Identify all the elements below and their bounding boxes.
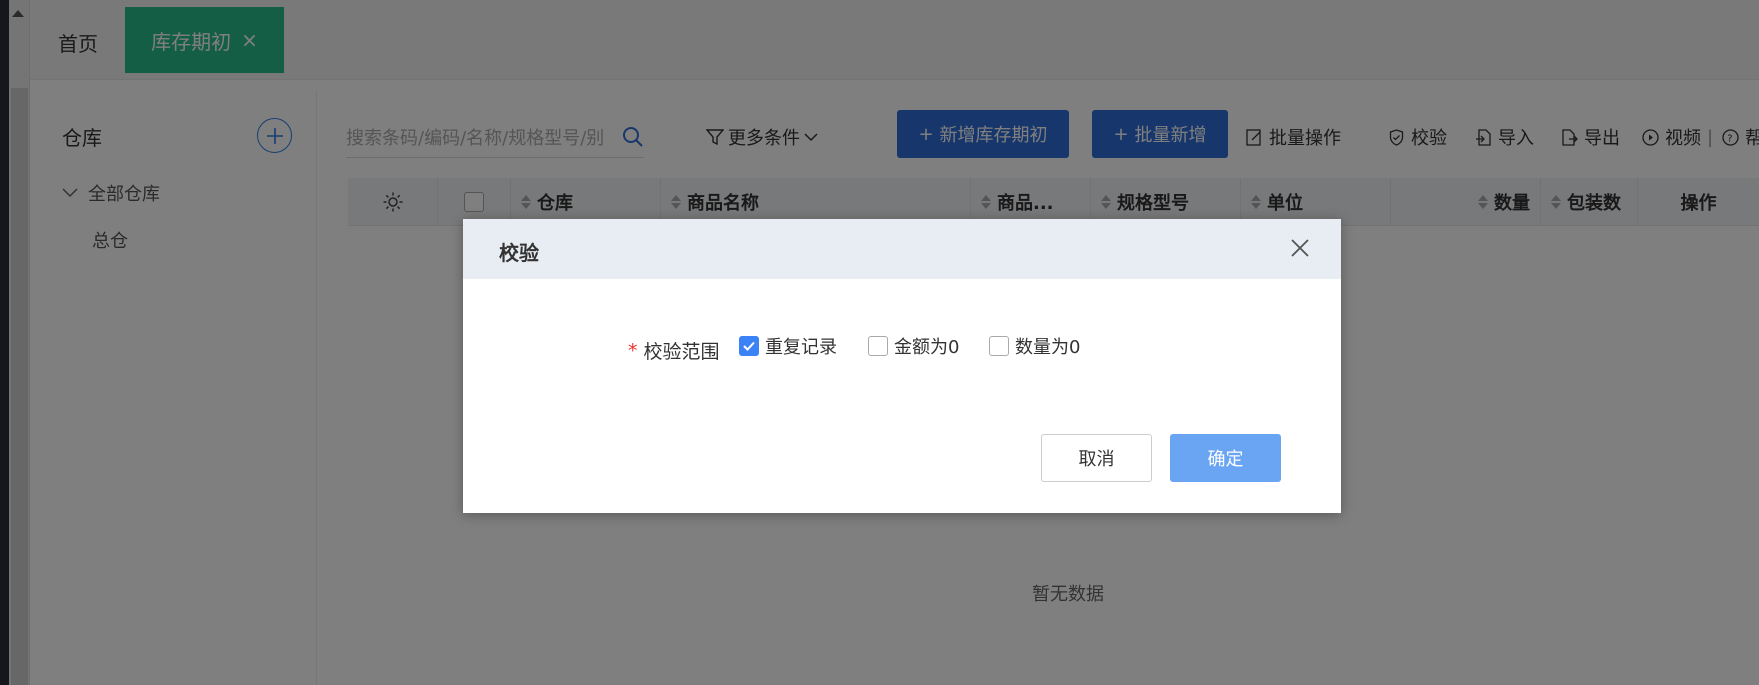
checkbox-quantity-zero[interactable] [989, 336, 1009, 356]
verify-dialog: 校验 * 校验范围 重复记录 金额为0 数量为0 取消 确定 [463, 219, 1341, 513]
option-duplicate-records[interactable]: 重复记录 [739, 333, 837, 359]
verify-scope-label: * 校验范围 [628, 337, 720, 364]
checkbox-amount-zero[interactable] [868, 336, 888, 356]
option-label: 数量为0 [1015, 337, 1081, 358]
checkbox-duplicate-records[interactable] [739, 336, 759, 356]
option-amount-zero[interactable]: 金额为0 [868, 333, 959, 359]
check-icon [743, 341, 755, 351]
required-mark: * [628, 339, 638, 362]
verify-scope-text: 校验范围 [643, 341, 720, 363]
dialog-title: 校验 [499, 241, 539, 265]
dialog-header [463, 219, 1341, 279]
option-label: 重复记录 [765, 337, 837, 358]
cancel-button[interactable]: 取消 [1041, 434, 1152, 482]
confirm-button[interactable]: 确定 [1170, 434, 1281, 482]
option-quantity-zero[interactable]: 数量为0 [989, 333, 1080, 359]
option-label: 金额为0 [894, 337, 960, 358]
close-icon[interactable] [1289, 237, 1311, 259]
